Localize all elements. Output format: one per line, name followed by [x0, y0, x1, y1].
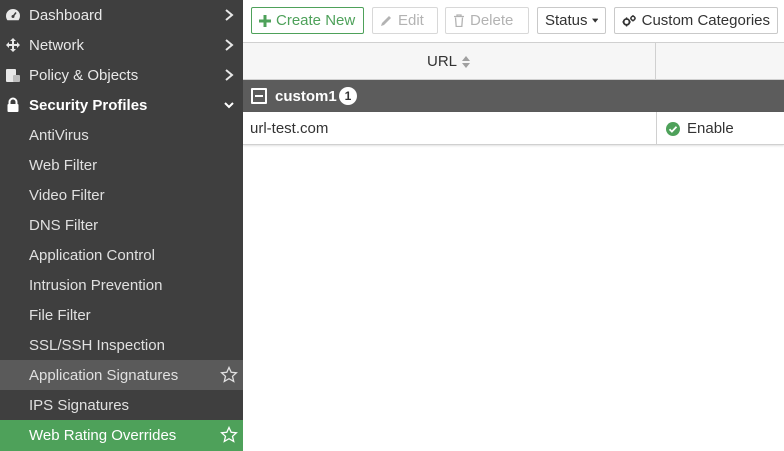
- column-header-status[interactable]: [656, 43, 784, 80]
- url-cell: url-test.com: [250, 120, 329, 137]
- group-name: custom1: [275, 87, 337, 105]
- edit-button[interactable]: Edit: [372, 7, 438, 34]
- sidebar-item-label: AntiVirus: [29, 126, 89, 144]
- sort-icon: [462, 55, 470, 68]
- edit-label: Edit: [398, 12, 424, 29]
- sidebar-item-policy-objects[interactable]: Policy & Objects: [0, 60, 243, 90]
- star-icon[interactable]: [220, 426, 238, 444]
- status-label: Status: [545, 12, 588, 29]
- status-dropdown[interactable]: Status: [537, 7, 606, 34]
- create-new-label: Create New: [276, 12, 356, 29]
- sidebar-item-web-filter[interactable]: Web Filter: [0, 150, 243, 180]
- dashboard-icon: [6, 9, 20, 21]
- column-header-label: URL: [426, 53, 457, 70]
- sidebar-item-label: DNS Filter: [29, 216, 99, 234]
- sidebar-item-label: File Filter: [29, 306, 91, 324]
- sidebar-item-application-control[interactable]: Application Control: [0, 240, 243, 270]
- collapse-icon[interactable]: [251, 88, 267, 104]
- column-divider: [656, 112, 657, 145]
- sidebar-item-label: Web Filter: [29, 156, 98, 174]
- sidebar-item-label: Application Signatures: [29, 366, 179, 384]
- create-new-button[interactable]: Create New: [251, 7, 364, 34]
- sidebar-item-dashboard[interactable]: Dashboard: [0, 0, 243, 30]
- sidebar-item-dns-filter[interactable]: DNS Filter: [0, 210, 243, 240]
- delete-label: Delete: [470, 12, 514, 29]
- group-row[interactable]: custom1 1: [243, 80, 784, 112]
- gears-icon: [622, 14, 636, 26]
- status-text: Enable: [687, 120, 734, 137]
- delete-button[interactable]: Delete: [445, 7, 529, 34]
- sidebar-item-ips-signatures[interactable]: IPS Signatures: [0, 390, 243, 420]
- check-circle-icon: [666, 121, 680, 136]
- plus-icon: [259, 14, 271, 27]
- sidebar-item-application-signatures[interactable]: Application Signatures: [0, 360, 243, 390]
- table-row[interactable]: url-test.com Enable: [243, 112, 784, 145]
- chevron-right-icon: [225, 39, 234, 51]
- trash-icon: [454, 14, 464, 27]
- sidebar-item-network[interactable]: Network: [0, 30, 243, 60]
- sidebar-item-label: IPS Signatures: [29, 396, 130, 414]
- toolbar: Create New Edit Delete Status Custom Cat…: [243, 0, 784, 42]
- sidebar-item-label: Intrusion Prevention: [29, 276, 163, 294]
- sidebar-item-label: SSL/SSH Inspection: [29, 336, 165, 354]
- star-icon[interactable]: [220, 366, 238, 384]
- sidebar-item-antivirus[interactable]: AntiVirus: [0, 120, 243, 150]
- sidebar-item-label: Dashboard: [29, 6, 103, 24]
- caret-down-icon: [591, 18, 598, 23]
- group-count-badge: 1: [339, 87, 357, 105]
- sidebar-item-web-rating-overrides[interactable]: Web Rating Overrides: [0, 420, 243, 451]
- custom-categories-button[interactable]: Custom Categories: [614, 7, 778, 34]
- chevron-down-icon: [224, 102, 234, 109]
- sidebar-item-label: Policy & Objects: [29, 66, 139, 84]
- lock-icon: [7, 97, 19, 112]
- sidebar-item-file-filter[interactable]: File Filter: [0, 300, 243, 330]
- sidebar: Dashboard Network Policy & Objects Secur…: [0, 0, 243, 451]
- sidebar-item-label: Video Filter: [29, 186, 105, 204]
- sidebar-item-label: Application Control: [29, 246, 155, 264]
- sidebar-item-intrusion-prevention[interactable]: Intrusion Prevention: [0, 270, 243, 300]
- sidebar-item-label: Web Rating Overrides: [29, 427, 177, 444]
- chevron-right-icon: [225, 69, 234, 81]
- sidebar-item-ssl-ssh-inspection[interactable]: SSL/SSH Inspection: [0, 330, 243, 360]
- column-header-url[interactable]: URL: [243, 43, 656, 80]
- table-header: URL: [243, 43, 784, 80]
- pencil-icon: [381, 16, 391, 26]
- sidebar-item-video-filter[interactable]: Video Filter: [0, 180, 243, 210]
- overrides-table: URL custom1 1 url-test.com Enable: [243, 42, 784, 451]
- network-icon: [6, 38, 20, 52]
- sidebar-item-security-profiles[interactable]: Security Profiles: [0, 90, 243, 120]
- custom-categories-label: Custom Categories: [641, 12, 770, 29]
- sidebar-item-label: Security Profiles: [29, 96, 148, 114]
- sidebar-item-label: Network: [29, 36, 85, 54]
- chevron-right-icon: [225, 9, 234, 21]
- status-cell: Enable: [666, 120, 734, 137]
- policy-icon: [6, 69, 20, 82]
